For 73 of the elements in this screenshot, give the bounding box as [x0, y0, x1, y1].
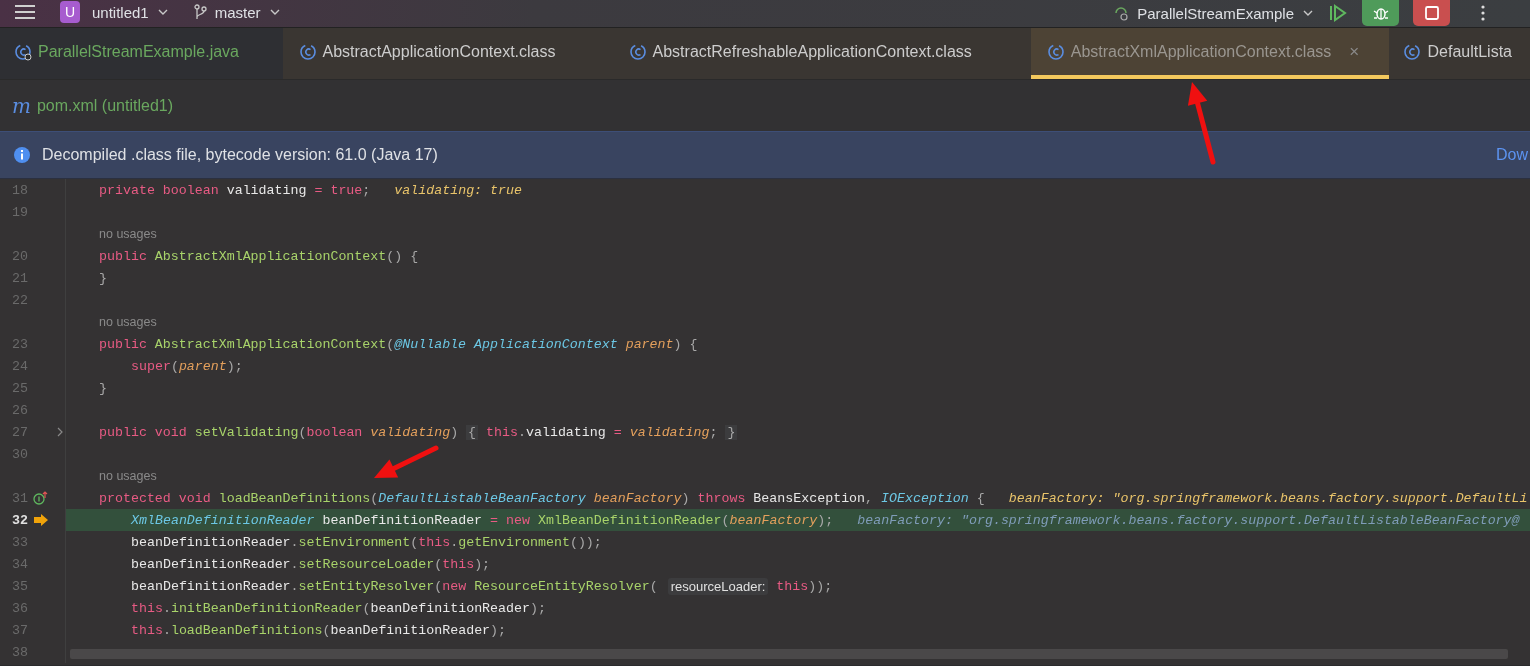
line-number: 21 — [11, 270, 28, 286]
line-number: 30 — [11, 446, 28, 462]
stop-icon[interactable] — [1423, 5, 1440, 21]
editor-tab[interactable]: AbstractRefreshableApplicationContext.class — [612, 28, 1031, 79]
line-number: 20 — [11, 248, 28, 264]
editor-tab[interactable]: ParallelStreamExample.java — [0, 28, 283, 79]
menu-icon[interactable] — [14, 4, 36, 20]
line-number: 26 — [11, 402, 28, 418]
editor-tab[interactable]: AbstractXmlApplicationContext.class × — [1030, 28, 1390, 79]
code-text: beanDefinitionReader.setEnvironment(this.getEnvironment()); — [131, 534, 602, 550]
app-icon[interactable] — [1113, 5, 1130, 21]
code-text: } — [99, 270, 107, 286]
class-icon — [1046, 42, 1065, 61]
usage-hint[interactable]: no usages — [99, 227, 157, 241]
stop-button[interactable] — [1413, 0, 1450, 26]
inline-value-hint: validating: true — [394, 182, 522, 198]
line-number: 25 — [11, 380, 28, 396]
branch-icon[interactable] — [192, 4, 207, 20]
inline-value-hint: beanFactory: "org.springframework.beans.factory.support.DefaultListableBeanFactory@ — [857, 512, 1520, 528]
parameter-hint: resourceLoader: — [667, 577, 769, 595]
code-text: XmlBeanDefinitionReader beanDefinitionReader = new XmlBeanDefinitionReader(beanFactory); — [131, 512, 834, 528]
info-icon — [13, 146, 31, 164]
line-number: 34 — [11, 556, 28, 572]
class-icon — [1403, 42, 1422, 61]
line-number: 27 — [11, 424, 28, 440]
code-text: protected void loadBeanDefinitions(DefaultListableBeanFactory beanFactory) throws BeansException, IOException { — [99, 490, 985, 506]
bug-icon[interactable] — [1371, 5, 1390, 21]
execution-arrow-icon[interactable] — [33, 514, 49, 526]
code-text: public void setValidating(boolean validating) { this.validating = validating; } — [99, 424, 738, 440]
editor-tab[interactable]: DefaultLista — [1389, 28, 1530, 79]
project-selector[interactable]: U untitled1 — [60, 1, 169, 23]
code-text: } — [99, 380, 107, 396]
line-number: 31 — [11, 490, 28, 506]
code-text: this)); — [775, 578, 833, 594]
code-text: public AbstractXmlApplicationContext(@Nullable ApplicationContext parent) { — [99, 336, 698, 352]
class-icon — [14, 42, 32, 61]
line-number: 33 — [11, 534, 28, 550]
branch-selector[interactable]: master — [192, 3, 281, 21]
code-text: private boolean validating = true; — [99, 182, 371, 198]
code-text: beanDefinitionReader.setEntityResolver(new ResourceEntityResolver( — [131, 578, 659, 594]
code-text: public AbstractXmlApplicationContext() { — [99, 248, 419, 264]
class-icon — [628, 42, 647, 61]
close-icon[interactable]: × — [1349, 41, 1360, 62]
rerun-icon[interactable] — [1328, 4, 1348, 22]
line-number: 35 — [11, 578, 28, 594]
line-number: 18 — [11, 182, 28, 198]
line-number: 23 — [11, 336, 28, 352]
code-text: this.loadBeanDefinitions(beanDefinitionReader); — [131, 622, 507, 638]
more-icon[interactable] — [1480, 4, 1486, 22]
line-number: 36 — [11, 600, 28, 616]
line-number: 19 — [11, 204, 28, 220]
line-number: 37 — [11, 622, 28, 638]
usage-hint[interactable]: no usages — [99, 469, 157, 483]
code-text: beanDefinitionReader.setResourceLoader(this); — [131, 556, 491, 572]
editor-tab[interactable]: AbstractApplicationContext.class — [282, 28, 613, 79]
run-configuration-selector[interactable]: ParallelStreamExample — [1113, 4, 1314, 22]
class-icon — [298, 42, 317, 61]
line-number: 22 — [11, 292, 28, 308]
debug-button[interactable] — [1362, 0, 1399, 26]
line-number: 32 — [11, 512, 28, 528]
download-link[interactable]: Dow — [1496, 146, 1530, 164]
maven-icon: m — [12, 93, 31, 118]
line-number: 24 — [11, 358, 28, 374]
line-number: 38 — [11, 644, 28, 660]
usage-hint[interactable]: no usages — [99, 315, 157, 329]
code-text: this.initBeanDefinitionReader(beanDefinitionReader); — [131, 600, 546, 616]
annotation-arrow — [374, 445, 439, 478]
editor-tab[interactable]: m pom.xml (untitled1) — [0, 93, 173, 118]
banner-text: Decompiled .class file, bytecode version: 61.0 (Java 17) — [42, 146, 438, 164]
implements-icon[interactable] — [33, 491, 49, 505]
chevron-right-icon[interactable] — [55, 427, 64, 437]
inline-value-hint: beanFactory: "org.springframework.beans.factory.support.DefaultLi — [1008, 490, 1528, 506]
code-text: super(parent); — [131, 358, 243, 374]
